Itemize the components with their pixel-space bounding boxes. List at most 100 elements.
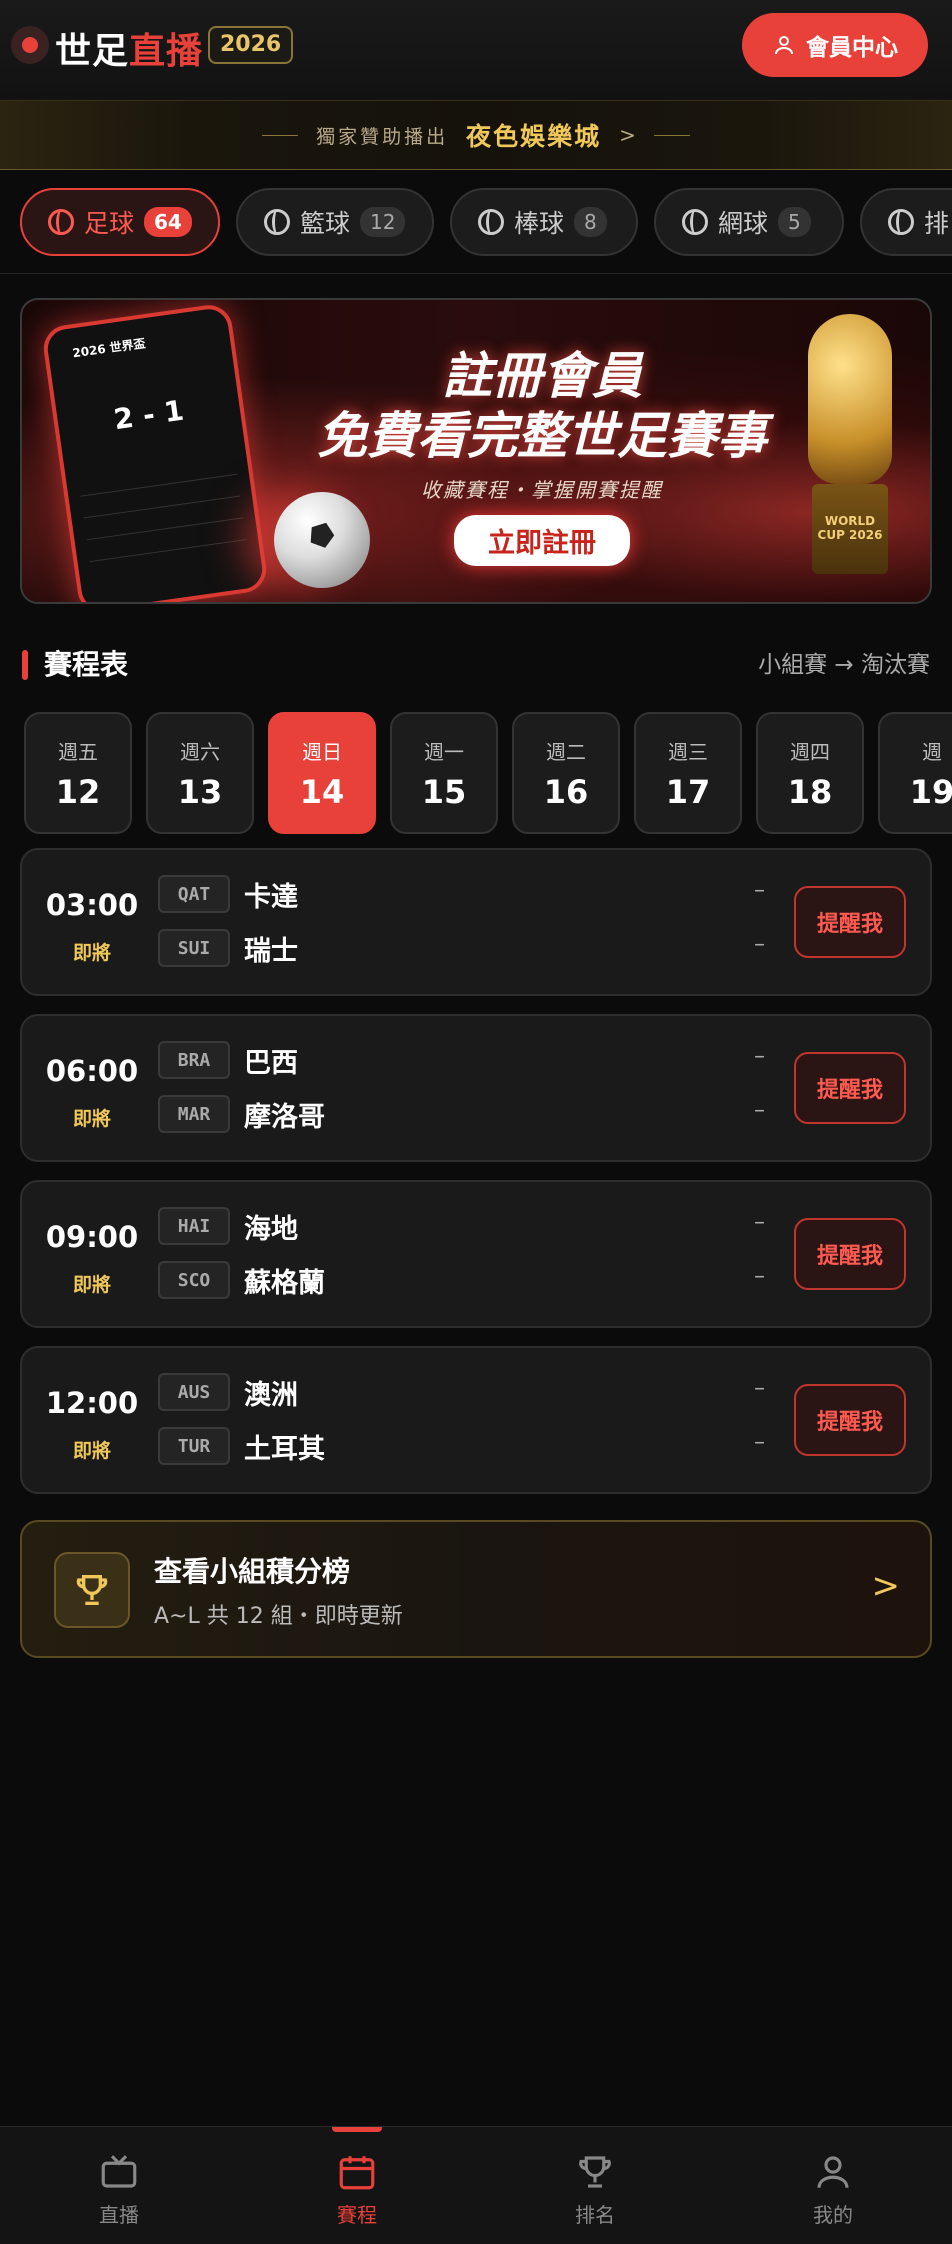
match-time: 09:00 — [45, 1220, 139, 1254]
day-weekday: 週四 — [790, 740, 830, 764]
tab-basketball[interactable]: 籃球 12 — [236, 188, 434, 256]
brand-name-a: 世足 — [55, 31, 130, 72]
day-chip[interactable]: 週一 15 — [390, 712, 498, 834]
nav-label: 我的 — [813, 2203, 853, 2227]
day-chip[interactable]: 週四 18 — [756, 712, 864, 834]
schedule-title: 賽程表 — [44, 648, 129, 681]
match-time: 06:00 — [45, 1054, 139, 1088]
tab-volleyball[interactable]: 排 — [860, 188, 952, 256]
home-score: – — [754, 878, 765, 903]
away-team: MAR 摩洛哥 — [158, 1094, 325, 1134]
remind-me-button[interactable]: 提醒我 — [794, 1384, 906, 1456]
phone-mockup: 2026 世界盃 2 - 1 — [40, 302, 270, 602]
ball-icon — [48, 209, 74, 235]
team-code: MAR — [158, 1095, 230, 1133]
nav-schedule[interactable]: 賽程 — [238, 2127, 476, 2244]
phone-score: 2 - 1 — [111, 393, 186, 437]
member-center-label: 會員中心 — [806, 35, 898, 61]
group-standings-card[interactable]: 查看小組積分榜 A~L 共 12 組・即時更新 > — [20, 1520, 932, 1658]
day-date: 19 — [909, 773, 952, 811]
sponsor-strip[interactable]: 獨家贊助播出 夜色娛樂城 > — [0, 100, 952, 170]
day-chip[interactable]: 週六 13 — [146, 712, 254, 834]
away-score: – — [754, 932, 765, 957]
day-chip[interactable]: 週五 12 — [24, 712, 132, 834]
nav-label: 排名 — [575, 2203, 615, 2227]
day-date: 12 — [55, 773, 101, 811]
tab-label: 足球 — [84, 209, 135, 238]
day-chip[interactable]: 週三 17 — [634, 712, 742, 834]
home-team: QAT 卡達 — [158, 874, 298, 914]
user-icon — [817, 2156, 849, 2188]
team-code: SUI — [158, 929, 230, 967]
home-score: – — [754, 1210, 765, 1235]
tv-icon — [101, 2155, 137, 2188]
team-name: 摩洛哥 — [244, 1101, 325, 1133]
day-chip-selected[interactable]: 週日 14 — [268, 712, 376, 834]
day-date: 13 — [177, 773, 223, 811]
app-header: 世足直播 2026 會員中心 — [0, 0, 952, 100]
tab-count-badge: 12 — [360, 207, 406, 237]
match-card[interactable]: 03:00 即將 QAT 卡達 SUI 瑞士 – – 提醒我 — [20, 848, 932, 996]
divider — [653, 134, 690, 136]
day-weekday: 週一 — [424, 740, 464, 764]
banner-text: 註冊會員 免費看完整世足賽事 收藏賽程・掌握開賽提醒 立即註冊 — [282, 346, 802, 566]
standings-title: 查看小組積分榜 — [154, 1555, 351, 1588]
day-weekday: 週二 — [546, 740, 586, 764]
remind-me-button[interactable]: 提醒我 — [794, 886, 906, 958]
stage-link[interactable]: 小組賽 → 淘汰賽 — [758, 646, 930, 684]
remind-me-button[interactable]: 提醒我 — [794, 1218, 906, 1290]
match-status: 即將 — [72, 1274, 111, 1296]
away-score: – — [754, 1098, 765, 1123]
home-team: BRA 巴西 — [158, 1040, 298, 1080]
tab-football[interactable]: 足球 64 — [20, 188, 220, 256]
register-promo-banner[interactable]: 2026 世界盃 2 - 1 WORLD CUP 2026 註冊會員 免費看完整… — [20, 298, 932, 604]
home-score: – — [754, 1044, 765, 1069]
away-team: SUI 瑞士 — [158, 928, 298, 968]
tab-baseball[interactable]: 棒球 8 — [450, 188, 638, 256]
team-name: 卡達 — [244, 881, 298, 913]
tab-tennis[interactable]: 網球 5 — [654, 188, 844, 256]
nav-live[interactable]: 直播 — [0, 2127, 238, 2244]
trophy-text: WORLD CUP 2026 — [817, 514, 883, 542]
sport-tabs: 足球 64 籃球 12 棒球 8 網球 5 排 — [0, 170, 952, 274]
team-code: QAT — [158, 875, 230, 913]
match-time: 12:00 — [45, 1386, 139, 1420]
nav-label: 賽程 — [337, 2203, 377, 2227]
day-date: 16 — [543, 773, 589, 811]
away-score: – — [754, 1264, 765, 1289]
sponsor-name: 夜色娛樂城 — [466, 122, 602, 151]
tab-count-badge: 64 — [144, 207, 192, 237]
sponsor-label: 獨家贊助播出 — [316, 125, 449, 148]
match-card[interactable]: 06:00 即將 BRA 巴西 MAR 摩洛哥 – – 提醒我 — [20, 1014, 932, 1162]
day-date: 18 — [787, 773, 833, 811]
match-status: 即將 — [72, 1440, 111, 1462]
nav-profile[interactable]: 我的 — [714, 2127, 952, 2244]
year-badge: 2026 — [208, 26, 294, 64]
day-weekday: 週日 — [302, 740, 342, 764]
standings-subtitle: A~L 共 12 組・即時更新 — [154, 1604, 403, 1629]
match-card[interactable]: 12:00 即將 AUS 澳洲 TUR 土耳其 – – 提醒我 — [20, 1346, 932, 1494]
register-now-button[interactable]: 立即註冊 — [454, 515, 630, 566]
team-code: HAI — [158, 1207, 230, 1245]
away-score: – — [754, 1430, 765, 1455]
trophy-image: WORLD CUP 2026 — [794, 314, 906, 584]
divider — [262, 134, 299, 136]
chevron-right-icon: > — [619, 123, 636, 147]
away-team: SCO 蘇格蘭 — [158, 1260, 325, 1300]
banner-headline-1: 註冊會員 — [442, 347, 642, 405]
tab-label: 網球 — [718, 209, 769, 238]
member-center-button[interactable]: 會員中心 — [742, 13, 928, 77]
day-weekday: 週三 — [668, 740, 708, 764]
brand-name-b: 直播 — [129, 31, 204, 72]
team-name: 土耳其 — [244, 1433, 325, 1465]
tab-label: 籃球 — [300, 209, 351, 238]
brand-logo[interactable]: 世足直播 — [55, 22, 203, 74]
day-chip[interactable]: 週 19 — [878, 712, 952, 834]
match-card[interactable]: 09:00 即將 HAI 海地 SCO 蘇格蘭 – – 提醒我 — [20, 1180, 932, 1328]
section-accent-bar — [22, 650, 28, 680]
nav-ranking[interactable]: 排名 — [476, 2127, 714, 2244]
remind-me-button[interactable]: 提醒我 — [794, 1052, 906, 1124]
team-name: 蘇格蘭 — [244, 1267, 325, 1299]
day-chip[interactable]: 週二 16 — [512, 712, 620, 834]
home-score: – — [754, 1376, 765, 1401]
